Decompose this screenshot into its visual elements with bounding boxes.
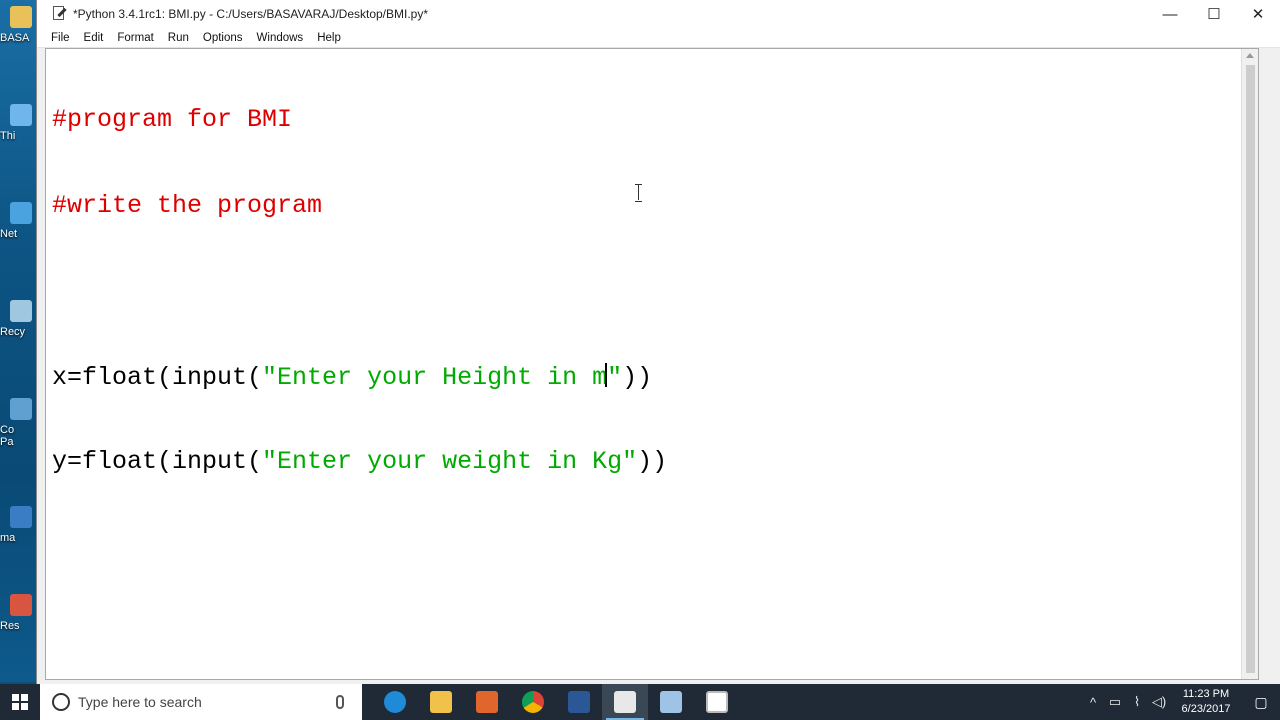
volume-icon[interactable]: ◁) [1148,694,1170,710]
media-player-icon [476,691,498,713]
python-shell-icon [660,691,682,713]
title-bar[interactable]: *Python 3.4.1rc1: BMI.py - C:/Users/BASA… [37,0,1280,28]
notification-icon[interactable]: ▢ [1242,694,1280,711]
code-text[interactable]: #program for BMI #write the program x=fl… [52,49,667,534]
window-icon [706,691,728,713]
code-line-5: y=float(input("Enter your weight in Kg")… [52,447,668,477]
clock-date: 6/23/2017 [1181,703,1231,715]
desktop-icon-recycle-bin[interactable]: Recy [0,300,36,338]
window-controls: — ☐ ✕ [1148,0,1280,28]
idle-file-icon [614,691,636,713]
code-text-plain: x=float(input( [52,362,263,392]
recycle-bin-icon [10,300,32,322]
desktop-icon-label: Res [0,620,20,632]
taskbar-search-box[interactable]: Type here to search [40,684,362,720]
idle-editor-window: *Python 3.4.1rc1: BMI.py - C:/Users/BASA… [36,0,1280,684]
maximize-button[interactable]: ☐ [1192,0,1236,28]
comment-text: #program for BMI [52,105,293,134]
menu-bar: File Edit Format Run Options Windows Hel… [37,28,1280,48]
code-editor[interactable]: #program for BMI #write the program x=fl… [45,48,1259,680]
start-button[interactable] [0,684,40,720]
system-tray: ^ ▭ ⌇ ◁) 11:23 PM 6/23/2017 ▢ [1082,684,1280,720]
close-button[interactable]: ✕ [1236,0,1280,28]
desktop-icon-label: Recy [0,326,26,338]
code-text-plain: y=float(input( [52,447,263,476]
code-line-2: #write the program [52,190,667,221]
window-title: *Python 3.4.1rc1: BMI.py - C:/Users/BASA… [73,7,429,21]
string-literal: " [607,362,623,392]
shortcut-icon [10,506,32,528]
document-icon [10,594,32,616]
battery-icon[interactable]: ▭ [1104,694,1126,710]
clock[interactable]: 11:23 PM 6/23/2017 [1170,687,1242,717]
desktop-icon-control-panel[interactable]: Co Pa [0,398,36,448]
desktop-icon-user-folder[interactable]: BASA [0,6,36,44]
menu-help[interactable]: Help [317,32,341,44]
scroll-up-arrow-icon[interactable] [1246,53,1254,58]
chevron-up-icon[interactable]: ^ [1082,695,1104,710]
taskbar-edge[interactable] [372,684,418,720]
taskbar-python-shell[interactable] [648,684,694,720]
taskbar-media-player[interactable] [464,684,510,720]
network-icon [10,202,32,224]
code-text-plain: )) [622,362,653,392]
desktop-icon-network[interactable]: Net [0,202,36,240]
word-icon [568,691,590,713]
menu-windows[interactable]: Windows [257,32,304,44]
computer-icon [10,104,32,126]
desktop-icon-label: Net [0,228,18,240]
folder-icon [10,6,32,28]
desktop-icon-label: Pa [0,436,14,448]
search-placeholder: Type here to search [78,694,202,710]
desktop-icon-label: Co [0,424,15,436]
taskbar-file-explorer[interactable] [418,684,464,720]
menu-file[interactable]: File [51,32,70,44]
edge-icon [384,691,406,713]
clock-time: 11:23 PM [1182,688,1230,700]
desktop-icon-shortcut[interactable]: ma [0,506,36,544]
taskbar-idle-editor[interactable] [602,684,648,720]
taskbar-word[interactable] [556,684,602,720]
comment-text: #write the program [52,190,323,220]
desktop-icon-label: Thi [0,130,16,142]
vertical-scrollbar[interactable] [1241,49,1258,679]
string-literal: "Enter your weight in Kg" [262,447,638,476]
folder-icon [430,691,452,713]
desktop-icon-resume[interactable]: Res [0,594,36,632]
desktop-icon-label: ma [0,532,16,544]
ibeam-cursor-icon [635,184,643,202]
desktop-icon-label: BASA [0,32,30,44]
network-icon[interactable]: ⌇ [1126,694,1148,710]
idle-file-icon [51,6,67,22]
string-literal: "Enter your Height in m [262,362,608,392]
taskbar: Type here to search ^ ▭ ⌇ ◁) 11:23 PM 6/… [0,684,1280,720]
windows-logo-icon [12,694,28,710]
minimize-button[interactable]: — [1148,0,1192,28]
menu-run[interactable]: Run [168,32,189,44]
taskbar-apps [372,684,740,720]
scroll-thumb[interactable] [1246,65,1255,673]
desktop-background: BASA Thi Net Recy Co Pa ma Res [0,0,36,682]
chrome-icon [522,691,544,713]
code-line-1: #program for BMI [52,105,667,135]
code-text-plain: )) [637,447,668,476]
taskbar-window[interactable] [694,684,740,720]
menu-format[interactable]: Format [117,32,153,44]
code-line-4: x=float(input("Enter your Height in m")) [52,362,667,392]
menu-edit[interactable]: Edit [84,32,104,44]
control-panel-icon [10,398,32,420]
cortana-icon [52,693,70,711]
microphone-icon[interactable] [336,695,344,709]
desktop-icon-this-pc[interactable]: Thi [0,104,36,142]
taskbar-chrome[interactable] [510,684,556,720]
menu-options[interactable]: Options [203,32,243,44]
